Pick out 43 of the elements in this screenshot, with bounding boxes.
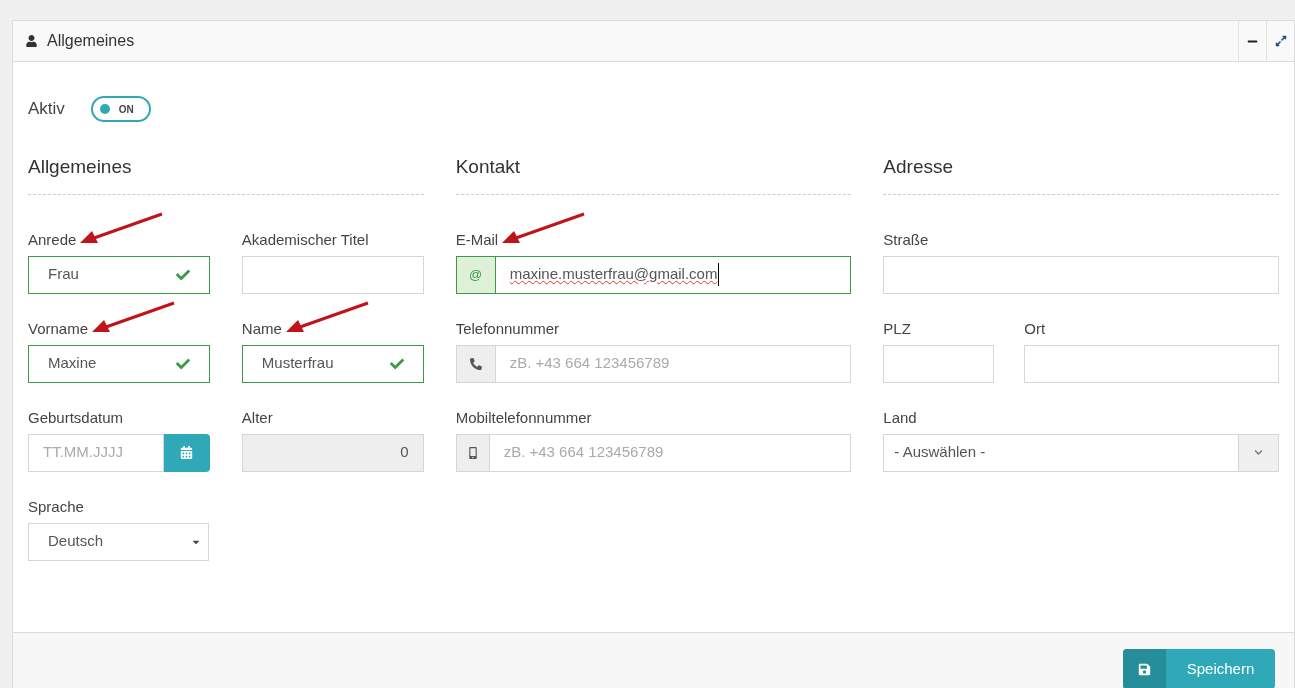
field-label: E-Mail [455, 229, 499, 249]
field-label: Vorname [28, 318, 89, 338]
check-icon [389, 356, 404, 371]
check-icon [175, 356, 190, 371]
input-field[interactable]: maxine.musterfrau@gmail.com [495, 255, 852, 294]
toggle-switch[interactable]: ON [90, 96, 151, 122]
field-label: Akademischer Titel [241, 229, 369, 249]
language-select[interactable]: Deutsch [28, 522, 209, 561]
at-sign-addon: @ [455, 255, 496, 294]
age-field: 0 [241, 433, 424, 472]
country-select[interactable]: - Auswählen - [883, 433, 1279, 472]
save-icon [1138, 662, 1151, 676]
input-field[interactable]: Musterfrau [241, 344, 424, 383]
calendar-button[interactable] [163, 433, 210, 472]
field-label: Alter [241, 407, 273, 427]
chevron-icon [1254, 448, 1263, 457]
expand-icon [1274, 35, 1287, 47]
input-field[interactable]: Maxine [28, 344, 210, 383]
field-label: Geburtsdatum [28, 407, 124, 427]
input-field[interactable] [1024, 344, 1279, 383]
input-field[interactable] [883, 344, 995, 383]
mobile-phone-icon [466, 446, 479, 459]
check-icon [175, 267, 190, 282]
field-label: Ort [1024, 318, 1046, 338]
active-label: Aktiv [28, 98, 65, 121]
field-label: PLZ [883, 318, 911, 338]
user-icon [26, 35, 37, 47]
panel-title: Allgemeines [47, 31, 136, 51]
calendar-icon [180, 446, 194, 459]
field-label: Anrede [28, 229, 77, 249]
field-label: Sprache [28, 496, 84, 516]
field-label: Straße [883, 229, 929, 249]
section-heading: Adresse [883, 153, 1279, 195]
phone-icon [469, 357, 482, 370]
field-label: Name [241, 318, 282, 338]
input-field[interactable] [883, 255, 1279, 294]
field-label: Telefonnummer [455, 318, 560, 338]
section-heading: Allgemeines [28, 153, 424, 195]
field-label: Land [883, 407, 917, 427]
field-label: Mobiltelefonnummer [455, 407, 592, 427]
section-heading: Kontakt [455, 153, 852, 195]
input-field[interactable]: Frau [28, 255, 210, 294]
input-field[interactable] [241, 255, 424, 294]
